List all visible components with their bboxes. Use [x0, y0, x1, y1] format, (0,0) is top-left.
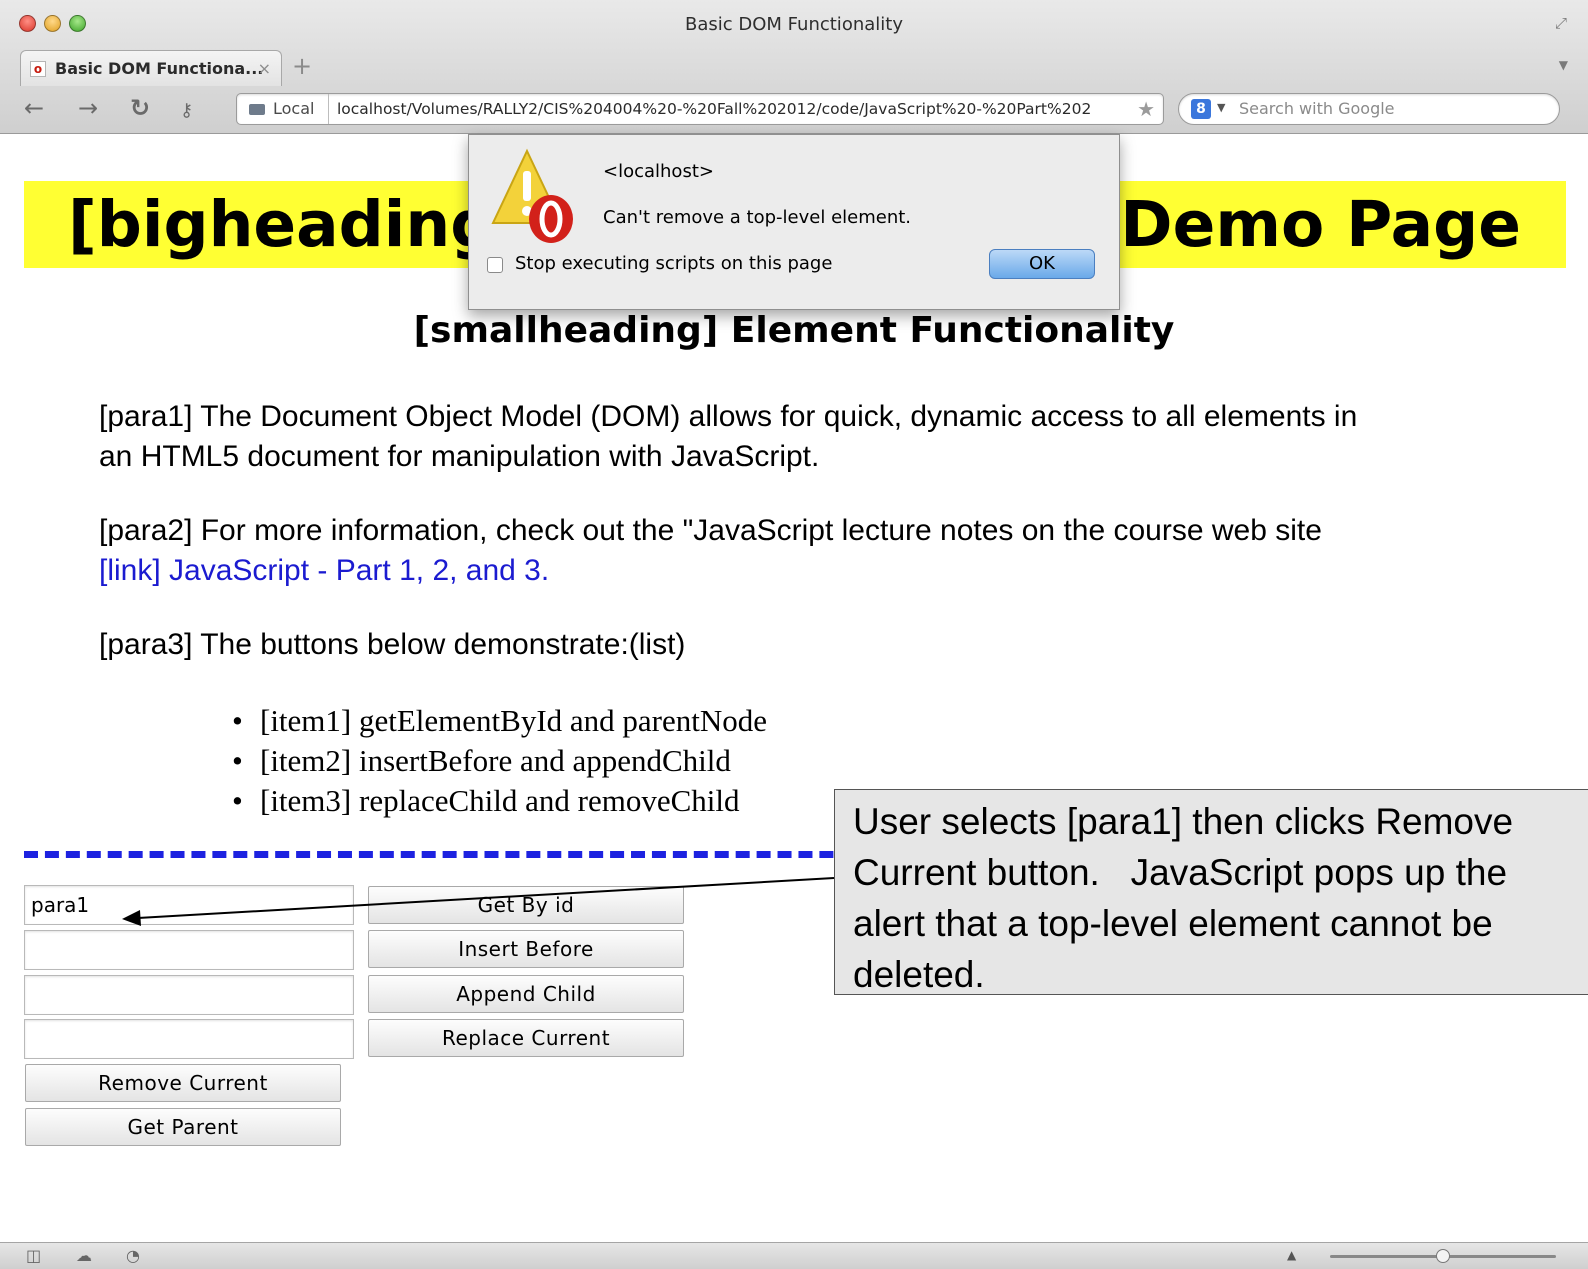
search-bar[interactable]: 8 ▼ Search with Google — [1178, 93, 1560, 125]
list-item: [item3] replaceChild and removeChild — [232, 781, 767, 821]
bigheading-right: Demo Page — [1120, 188, 1521, 261]
url-scope-badge[interactable]: Local — [237, 94, 329, 124]
new-tab-button[interactable]: + — [292, 54, 312, 78]
input-field-3[interactable] — [24, 975, 354, 1015]
zoom-up-arrow-icon[interactable]: ▲ — [1287, 1248, 1296, 1262]
search-engine-dropdown-icon[interactable]: ▼ — [1217, 101, 1225, 114]
insert-before-button[interactable]: Insert Before — [368, 930, 684, 968]
forward-arrow-icon[interactable]: → — [78, 94, 98, 122]
tab-menu-icon[interactable]: ▼ — [1559, 58, 1568, 72]
tab-basic-dom[interactable]: o Basic DOM Functiona... × — [20, 50, 282, 86]
smallheading: [smallheading] Element Functionality — [413, 310, 1175, 351]
replace-current-button[interactable]: Replace Current — [368, 1019, 684, 1057]
search-input[interactable]: Search with Google — [1239, 94, 1395, 124]
key-icon[interactable]: ⚷ — [180, 97, 193, 125]
url-scope-label: Local — [273, 99, 315, 118]
bookmark-star-icon[interactable]: ★ — [1137, 97, 1155, 121]
warning-triangle-icon — [491, 148, 573, 243]
get-parent-button[interactable]: Get Parent — [25, 1108, 341, 1146]
zoom-slider-knob[interactable] — [1436, 1249, 1450, 1263]
window-title: Basic DOM Functionality — [685, 14, 903, 35]
list-item: [item2] insertBefore and appendChild — [232, 741, 767, 781]
javascript-lectures-link[interactable]: [link] JavaScript - Part 1, 2, and 3. — [99, 554, 549, 587]
para1: [para1] The Document Object Model (DOM) … — [99, 400, 1358, 473]
para2-text: [para2] For more information, check out … — [99, 514, 1322, 547]
speed-dial-icon[interactable]: ◔ — [126, 1246, 140, 1266]
alert-dialog: <localhost> Can't remove a top-level ele… — [468, 134, 1120, 310]
google-icon[interactable]: 8 — [1191, 99, 1211, 119]
navigation-bar: ← → ↻ ⚷ Local localhost/Volumes/RALLY2/C… — [0, 86, 1588, 134]
url-input[interactable]: localhost/Volumes/RALLY2/CIS%204004%20-%… — [337, 94, 1133, 124]
stop-scripts-label[interactable]: Stop executing scripts on this page — [515, 253, 832, 274]
para3: [para3] The buttons below demonstrate:(l… — [99, 628, 686, 661]
append-child-button[interactable]: Append Child — [368, 975, 684, 1013]
stop-scripts-checkbox[interactable] — [487, 257, 503, 273]
para2: [para2] For more information, check out … — [99, 511, 1519, 591]
input-field-4[interactable] — [24, 1019, 354, 1059]
address-bar[interactable]: Local localhost/Volumes/RALLY2/CIS%20400… — [236, 93, 1164, 125]
get-by-id-button[interactable]: Get By id — [368, 886, 684, 924]
tab-label: Basic DOM Functiona... — [55, 59, 264, 78]
title-bar: Basic DOM Functionality ⤢ — [0, 0, 1588, 46]
input-field-2[interactable] — [24, 930, 354, 970]
fullscreen-icon[interactable]: ⤢ — [1552, 14, 1570, 32]
id-input-field[interactable]: para1 — [24, 885, 354, 925]
feature-list: [item1] getElementById and parentNode [i… — [232, 701, 767, 821]
panel-toggle-icon[interactable]: ◫ — [26, 1246, 41, 1266]
reload-icon[interactable]: ↻ — [130, 94, 150, 122]
turbo-cloud-icon[interactable]: ☁ — [76, 1246, 92, 1266]
remove-current-button[interactable]: Remove Current — [25, 1064, 341, 1102]
status-bar: ◫ ☁ ◔ ▲ — [0, 1242, 1588, 1269]
tab-bar: o Basic DOM Functiona... × + ▼ — [0, 46, 1588, 86]
bigheading-left: [bigheading — [68, 188, 496, 261]
ok-button[interactable]: OK — [989, 249, 1095, 279]
zoom-slider[interactable] — [1330, 1249, 1556, 1263]
list-item: [item1] getElementById and parentNode — [232, 701, 767, 741]
opera-favicon-icon: o — [30, 61, 46, 77]
browser-chrome: Basic DOM Functionality ⤢ o Basic DOM Fu… — [0, 0, 1588, 134]
local-computer-icon — [249, 104, 265, 115]
alert-message: Can't remove a top-level element. — [603, 207, 912, 228]
alert-title: <localhost> — [603, 161, 714, 182]
close-tab-icon[interactable]: × — [258, 59, 271, 78]
annotation-callout: User selects [para1] then clicks Remove … — [834, 789, 1588, 995]
back-arrow-icon[interactable]: ← — [24, 94, 44, 122]
